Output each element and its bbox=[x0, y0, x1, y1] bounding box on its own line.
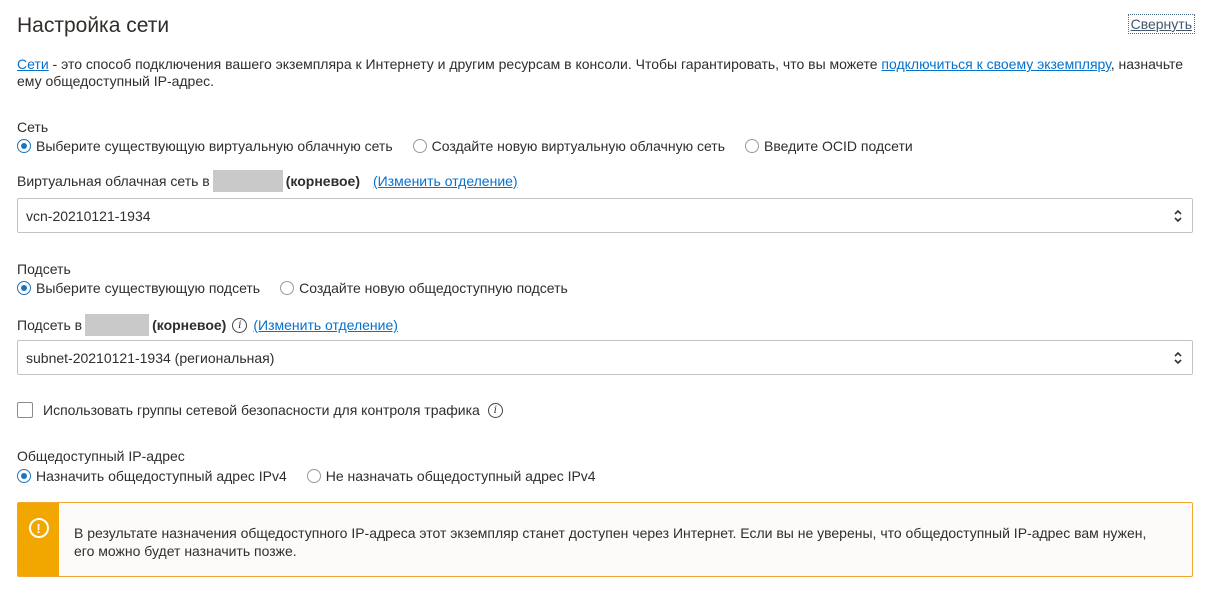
radio-button-selected[interactable] bbox=[17, 139, 31, 153]
subnet-change-compartment-link[interactable]: (Изменить отделение) bbox=[253, 317, 398, 333]
subnet-choice-label: Подсеть bbox=[17, 261, 71, 277]
radio-button[interactable] bbox=[412, 139, 427, 153]
networks-link[interactable]: Сети bbox=[17, 56, 49, 72]
radio-button-selected[interactable] bbox=[17, 281, 31, 295]
subnet-compartment-suffix: (корневое) bbox=[152, 317, 227, 333]
warning-icon: ! bbox=[28, 518, 49, 538]
network-radio-group: Выберите существующую виртуальную облачн… bbox=[17, 138, 933, 154]
subnet-label: Подсеть в (корневое) i (Изменить отделен… bbox=[17, 314, 398, 336]
warning-alert-bar: ! bbox=[18, 503, 59, 576]
radio-button[interactable] bbox=[306, 469, 321, 483]
nsg-checkbox[interactable] bbox=[17, 402, 33, 418]
masked-compartment bbox=[212, 170, 283, 192]
vcn-change-compartment-link[interactable]: (Изменить отделение) bbox=[373, 173, 518, 189]
chevron-up-down-icon bbox=[1174, 209, 1182, 223]
radio-new-vcn[interactable]: Создайте новую виртуальную облачную сеть bbox=[412, 138, 726, 154]
info-icon[interactable]: i bbox=[487, 402, 503, 418]
radio-existing-subnet[interactable]: Выберите существующую подсеть bbox=[17, 280, 260, 296]
collapse-link[interactable]: Свернуть bbox=[1127, 14, 1196, 34]
network-label: Сеть bbox=[17, 119, 49, 135]
radio-subnet-ocid[interactable]: Введите OCID подсети bbox=[745, 138, 913, 154]
radio-existing-vcn[interactable]: Выберите существующую виртуальную облачн… bbox=[17, 138, 393, 154]
vcn-select[interactable]: vcn-20210121-1934 bbox=[17, 198, 1193, 233]
vcn-label-prefix: Виртуальная облачная сеть в bbox=[17, 173, 210, 189]
radio-label: Создайте новую виртуальную облачную сеть bbox=[431, 138, 726, 154]
subnet-label-prefix: Подсеть в bbox=[17, 317, 83, 333]
radio-assign-ipv4[interactable]: Назначить общедоступный адрес IPv4 bbox=[17, 468, 287, 484]
vcn-label: Виртуальная облачная сеть в (корневое) (… bbox=[17, 170, 518, 192]
info-icon[interactable]: i bbox=[232, 317, 248, 333]
radio-button-selected[interactable] bbox=[17, 469, 31, 483]
radio-label: Введите OCID подсети bbox=[764, 138, 913, 154]
intro-text-part1: - это способ подключения вашего экземпля… bbox=[48, 56, 882, 72]
vcn-compartment-suffix: (корневое) bbox=[285, 173, 361, 189]
warning-alert: ! В результате назначения общедоступного… bbox=[17, 502, 1193, 577]
radio-button[interactable] bbox=[280, 281, 295, 295]
radio-button[interactable] bbox=[745, 139, 760, 153]
chevron-up-down-icon bbox=[1174, 351, 1182, 365]
intro-text: Сети - это способ подключения вашего экз… bbox=[17, 56, 1192, 90]
subnet-select[interactable]: subnet-20210121-1934 (региональная) bbox=[17, 340, 1193, 375]
subnet-radio-group: Выберите существующую подсеть Создайте н… bbox=[17, 280, 588, 296]
nsg-checkbox-label: Использовать группы сетевой безопасности… bbox=[43, 402, 480, 418]
radio-label: Выберите существующую подсеть bbox=[36, 280, 261, 296]
radio-new-subnet[interactable]: Создайте новую общедоступную подсеть bbox=[280, 280, 568, 296]
connect-instance-link[interactable]: подключиться к своему экземпляру bbox=[881, 56, 1110, 72]
radio-label: Назначить общедоступный адрес IPv4 bbox=[36, 468, 287, 484]
radio-no-ipv4[interactable]: Не назначать общедоступный адрес IPv4 bbox=[306, 468, 596, 484]
vcn-select-value: vcn-20210121-1934 bbox=[26, 207, 151, 224]
radio-label: Не назначать общедоступный адрес IPv4 bbox=[325, 468, 596, 484]
warning-text: В результате назначения общедоступного I… bbox=[74, 525, 1147, 559]
subnet-select-value: subnet-20210121-1934 (региональная) bbox=[26, 349, 275, 366]
radio-label: Создайте новую общедоступную подсеть bbox=[299, 280, 568, 296]
nsg-checkbox-row[interactable]: Использовать группы сетевой безопасности… bbox=[17, 402, 503, 418]
public-ip-label: Общедоступный IP-адрес bbox=[17, 448, 185, 464]
radio-label: Выберите существующую виртуальную облачн… bbox=[36, 138, 393, 154]
public-ip-radio-group: Назначить общедоступный адрес IPv4 Не на… bbox=[17, 468, 616, 484]
masked-compartment bbox=[85, 314, 150, 336]
page-title: Настройка сети bbox=[17, 14, 170, 37]
